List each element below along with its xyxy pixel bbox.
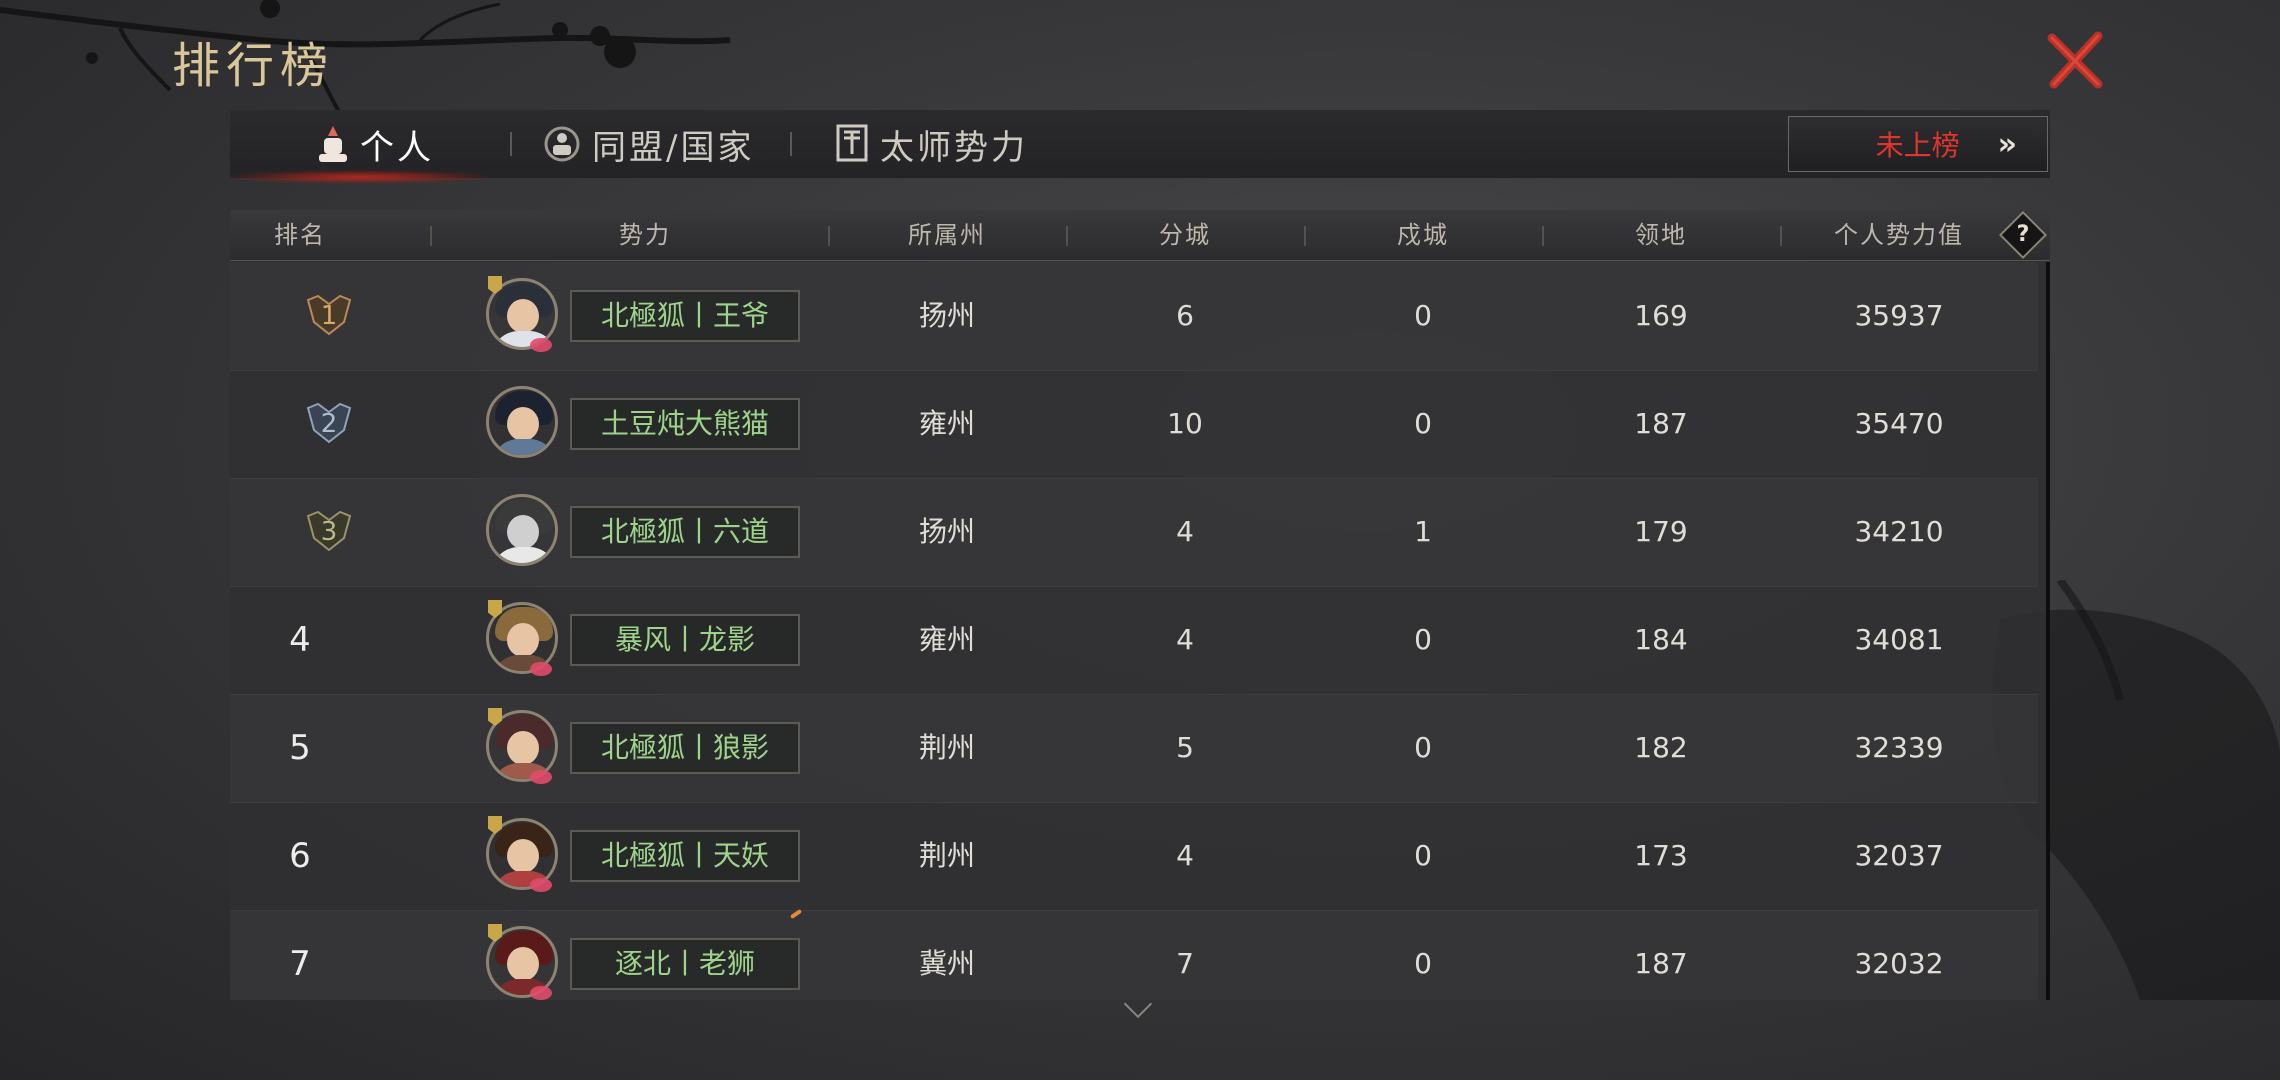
page-title: 排行榜 xyxy=(172,38,335,94)
player-name[interactable]: 北極狐丨狼影 xyxy=(570,722,800,774)
rank-number: 2 xyxy=(320,409,338,439)
table-header: 排名 势力 所属州 分城 戍城 领地 个人势力值 ? xyxy=(230,210,2050,261)
territory-cell: 187 xyxy=(1634,947,1688,980)
header-rank: 排名 xyxy=(274,221,326,249)
power-cell: 35470 xyxy=(1854,407,1944,440)
flower-icon xyxy=(530,878,552,892)
power-cell: 34081 xyxy=(1854,623,1944,656)
state-cell: 雍州 xyxy=(918,407,975,440)
power-cell: 32037 xyxy=(1854,839,1944,872)
tab-label: 个人 xyxy=(360,127,434,168)
header-branch-city: 分城 xyxy=(1159,221,1211,249)
tab-grand-master[interactable]: 太师势力 xyxy=(834,110,1028,178)
territory-cell: 184 xyxy=(1634,623,1688,656)
rank-number: 4 xyxy=(289,620,311,660)
player-name[interactable]: 暴风丨龙影 xyxy=(570,614,800,666)
person-tab-icon xyxy=(319,126,347,162)
table-row[interactable]: 7 逐北丨老狮 冀州 7 0 187 32032 xyxy=(230,910,2038,1000)
garrison-cell: 1 xyxy=(1414,515,1432,548)
close-icon[interactable] xyxy=(2044,28,2108,92)
help-label: ? xyxy=(2016,222,2030,247)
table-row[interactable]: 4 暴风丨龙影 雍州 4 0 184 34081 xyxy=(230,586,2038,695)
tab-bar: 个人 同盟/国家 太师势力 xyxy=(230,110,2050,184)
branch-city-cell: 7 xyxy=(1176,947,1194,980)
tab-label: 同盟/国家 xyxy=(592,127,755,168)
rank-number: 3 xyxy=(320,517,338,547)
tab-alliance[interactable]: 同盟/国家 xyxy=(542,110,754,178)
table-row[interactable]: 1 北極狐丨王爷 扬州 6 0 169 35937 xyxy=(230,262,2038,371)
my-rank-label: 未上榜 xyxy=(1875,129,1960,162)
power-cell: 32339 xyxy=(1854,731,1944,764)
my-rank-button[interactable]: 未上榜 » xyxy=(1788,116,2048,172)
header-state: 所属州 xyxy=(908,221,986,249)
garrison-cell: 0 xyxy=(1414,839,1432,872)
territory-cell: 169 xyxy=(1634,299,1688,332)
branch-city-cell: 4 xyxy=(1176,623,1194,656)
avatar xyxy=(486,494,558,566)
garrison-cell: 0 xyxy=(1414,299,1432,332)
avatar xyxy=(486,386,558,458)
garrison-cell: 0 xyxy=(1414,947,1432,980)
table-row[interactable]: 3 北極狐丨六道 扬州 4 1 179 34210 xyxy=(230,478,2038,587)
player-name[interactable]: 北極狐丨六道 xyxy=(570,506,800,558)
tab-separator xyxy=(790,132,792,156)
table-row[interactable]: 5 北極狐丨狼影 荆州 5 0 182 32339 xyxy=(230,694,2038,803)
branch-city-cell: 6 xyxy=(1176,299,1194,332)
player-name[interactable]: 土豆炖大熊猫 xyxy=(570,398,800,450)
player-name[interactable]: 北極狐丨王爷 xyxy=(570,290,800,342)
rank-number: 5 xyxy=(289,728,311,768)
rank-number: 7 xyxy=(289,944,311,984)
tab-label: 太师势力 xyxy=(880,127,1028,168)
state-cell: 荆州 xyxy=(918,731,975,764)
player-name[interactable]: 北極狐丨天妖 xyxy=(570,830,800,882)
territory-cell: 173 xyxy=(1634,839,1688,872)
rank-number: 1 xyxy=(320,301,338,331)
leaderboard-table: 排名 势力 所属州 分城 戍城 领地 个人势力值 ? 1 北極狐丨王爷 扬州 6 xyxy=(230,210,2050,1000)
scrollbar[interactable] xyxy=(2046,262,2050,1000)
state-cell: 冀州 xyxy=(918,947,975,980)
territory-cell: 187 xyxy=(1634,407,1688,440)
branch-city-cell: 10 xyxy=(1167,407,1203,440)
power-cell: 32032 xyxy=(1854,947,1944,980)
header-garrison-city: 戍城 xyxy=(1397,221,1449,249)
territory-cell: 182 xyxy=(1634,731,1688,764)
double-chevron-right-icon: » xyxy=(1997,126,2017,162)
branch-city-cell: 4 xyxy=(1176,839,1194,872)
state-cell: 荆州 xyxy=(918,839,975,872)
state-cell: 扬州 xyxy=(918,299,975,332)
table-row[interactable]: 2 土豆炖大熊猫 雍州 10 0 187 35470 xyxy=(230,370,2038,479)
header-territory: 领地 xyxy=(1635,221,1687,249)
table-row[interactable]: 6 北極狐丨天妖 荆州 4 0 173 32037 xyxy=(230,802,2038,911)
territory-cell: 179 xyxy=(1634,515,1688,548)
branch-city-cell: 5 xyxy=(1176,731,1194,764)
banner-tab-icon xyxy=(836,124,868,162)
table-body: 1 北極狐丨王爷 扬州 6 0 169 35937 2 土豆炖大熊猫 雍州 10 xyxy=(230,262,2050,1000)
state-cell: 扬州 xyxy=(918,515,975,548)
garrison-cell: 0 xyxy=(1414,407,1432,440)
flower-icon xyxy=(530,986,552,1000)
tab-separator xyxy=(510,132,512,156)
state-cell: 雍州 xyxy=(918,623,975,656)
garrison-cell: 0 xyxy=(1414,623,1432,656)
power-cell: 35937 xyxy=(1854,299,1944,332)
flower-icon xyxy=(530,770,552,784)
flower-icon xyxy=(530,338,552,352)
alliance-tab-icon xyxy=(544,126,580,162)
tab-personal[interactable]: 个人 xyxy=(316,110,434,178)
branch-city-cell: 4 xyxy=(1176,515,1194,548)
rank-number: 6 xyxy=(289,836,311,876)
header-faction: 势力 xyxy=(619,221,671,249)
header-personal-power: 个人势力值 xyxy=(1834,221,1964,249)
player-name[interactable]: 逐北丨老狮 xyxy=(570,938,800,990)
flower-icon xyxy=(530,662,552,676)
power-cell: 34210 xyxy=(1854,515,1944,548)
garrison-cell: 0 xyxy=(1414,731,1432,764)
